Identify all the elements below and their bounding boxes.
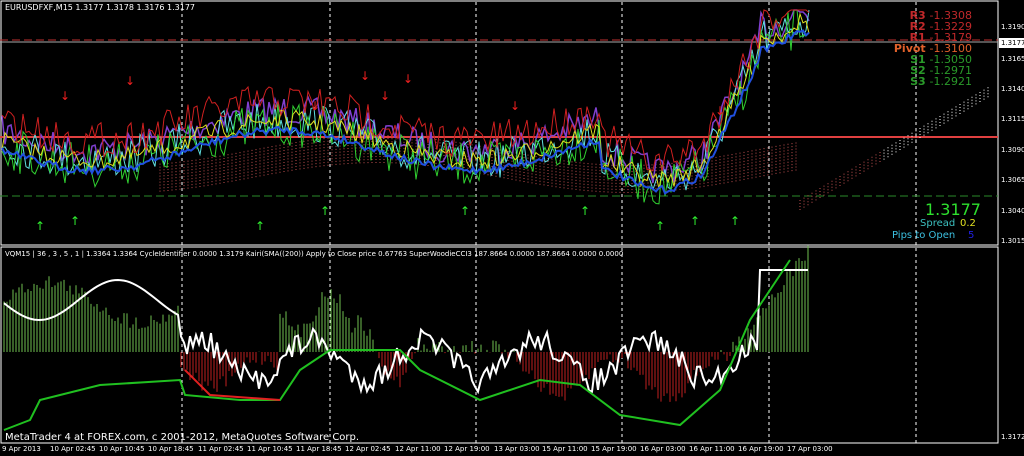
- price-tick: 1.3165: [1001, 55, 1024, 63]
- time-tick: 15 Apr 11:00: [542, 445, 588, 453]
- pivot-s3: S3 -1.2921: [910, 75, 972, 88]
- time-tick: 13 Apr 03:00: [494, 445, 540, 453]
- time-tick: 16 Apr 03:00: [640, 445, 686, 453]
- buy-arrow: ↑: [655, 219, 665, 233]
- copyright-footer: MetaTrader 4 at FOREX.com, c 2001-2012, …: [5, 432, 360, 443]
- spread-value: 0.2: [960, 218, 976, 229]
- sell-arrow: ↓: [60, 89, 70, 103]
- time-tick: 9 Apr 2013: [2, 445, 41, 453]
- buy-arrow: ↑: [730, 214, 740, 228]
- time-tick: 16 Apr 19:00: [738, 445, 784, 453]
- price-tick: 1.3115: [1001, 115, 1024, 123]
- time-tick: 15 Apr 19:00: [591, 445, 637, 453]
- time-tick: 17 Apr 03:00: [787, 445, 833, 453]
- time-tick: 10 Apr 02:45: [50, 445, 96, 453]
- price-tick: 1.3090: [1001, 146, 1024, 154]
- pips-to-open-value: 5: [968, 230, 975, 241]
- price-tick: 1.3140: [1001, 85, 1024, 93]
- signal-line: [3, 259, 791, 431]
- buy-arrow: ↑: [690, 214, 700, 228]
- sell-arrow: ↓: [125, 74, 135, 88]
- sell-arrow: ↓: [310, 99, 320, 113]
- buy-arrow: ↑: [580, 204, 590, 218]
- time-tick: 10 Apr 10:45: [99, 445, 145, 453]
- price-tick: 1.3190: [1001, 23, 1024, 31]
- buy-arrow: ↑: [35, 219, 45, 233]
- price-tick: 1.3065: [1001, 176, 1024, 184]
- time-tick: 12 Apr 02:45: [345, 445, 391, 453]
- time-tick: 11 Apr 10:45: [247, 445, 293, 453]
- oscillator-line: [3, 269, 808, 395]
- time-tick: 12 Apr 11:00: [395, 445, 441, 453]
- green-price-line: [1, 9, 810, 205]
- indicator-header: VQM15 | 36 , 3 , 5 , 1 | 1.3364 1.3364 C…: [5, 250, 624, 258]
- time-tick: 11 Apr 02:45: [198, 445, 244, 453]
- current-price-tag: 1.3177: [999, 38, 1024, 48]
- sell-arrow: ↓: [715, 104, 725, 118]
- price-tick: 1.3040: [1001, 207, 1024, 215]
- sell-arrow: ↓: [510, 99, 520, 113]
- sell-arrow: ↓: [380, 89, 390, 103]
- pivot-label: S3: [910, 75, 926, 88]
- indicator-axis-label: 1.3172: [1001, 433, 1024, 441]
- cyan-price-line: [1, 9, 810, 192]
- buy-arrow: ↑: [70, 214, 80, 228]
- symbol-info: EURUSDFXF,M15 1.3177 1.3178 1.3176 1.317…: [5, 3, 196, 12]
- current-price-display: 1.3177: [925, 200, 981, 219]
- price-tick: 1.3015: [1001, 237, 1024, 245]
- pivot-value: -1.2921: [929, 75, 972, 88]
- pips-to-open-label: Pips to Open: [892, 230, 956, 241]
- buy-arrow: ↑: [460, 204, 470, 218]
- buy-arrow: ↑: [255, 219, 265, 233]
- time-tick: 10 Apr 18:45: [148, 445, 194, 453]
- time-tick: 11 Apr 18:45: [296, 445, 342, 453]
- buy-arrow: ↑: [320, 204, 330, 218]
- sell-arrow: ↓: [360, 69, 370, 83]
- time-tick: 12 Apr 19:00: [444, 445, 490, 453]
- price-chart[interactable]: ↓ ↓ ↓ ↓ ↓ ↓ ↓ ↓ ↑ ↑ ↑ ↑ ↑ ↑ ↑ ↑ ↑: [0, 0, 1024, 456]
- spread-label: Spread: [920, 218, 956, 229]
- time-tick: 16 Apr 11:00: [689, 445, 735, 453]
- sell-arrow: ↓: [403, 72, 413, 86]
